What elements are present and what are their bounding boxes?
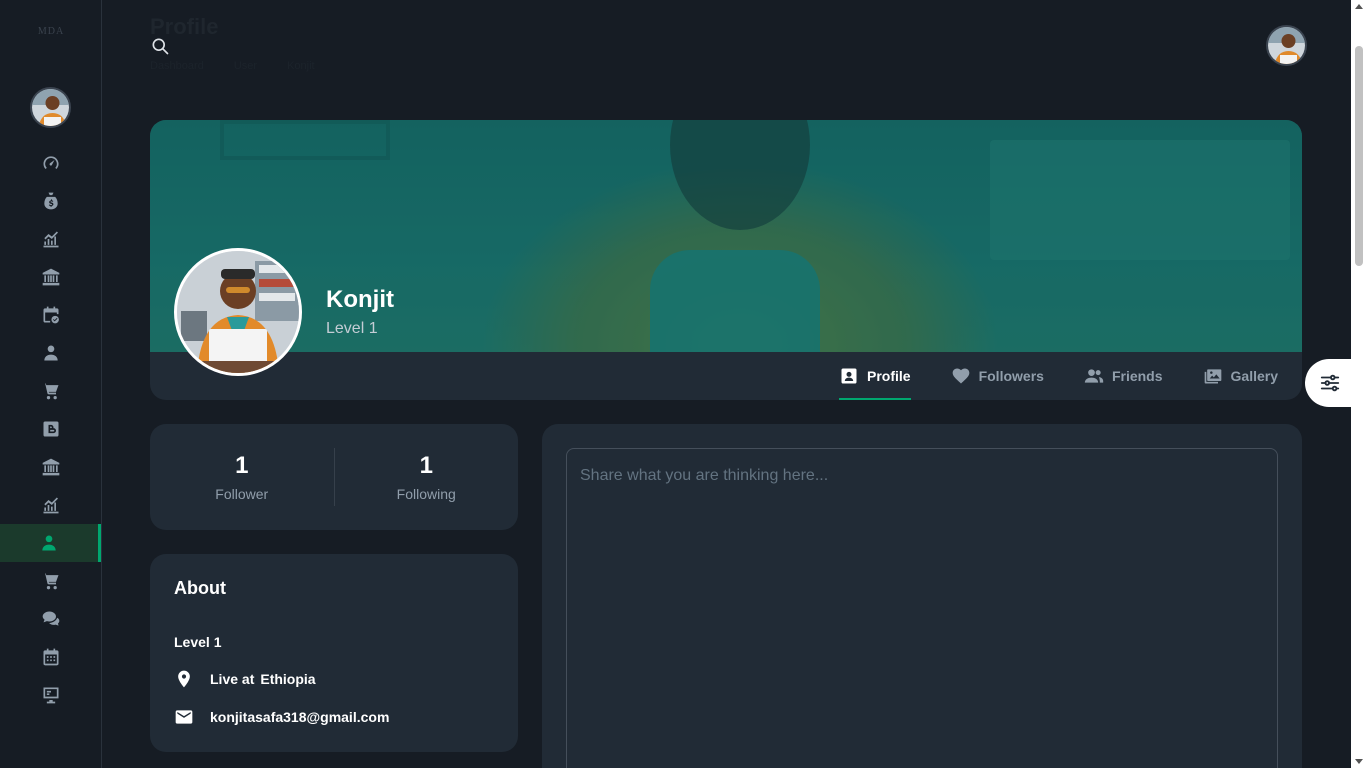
cart-icon bbox=[42, 383, 58, 400]
scroll-down-arrow[interactable] bbox=[1355, 759, 1363, 764]
users-icon bbox=[1084, 369, 1104, 383]
nav-user[interactable] bbox=[0, 334, 101, 372]
about-level: Level 1 bbox=[174, 634, 222, 650]
breadcrumb: Dashboard User Konjit bbox=[150, 60, 315, 72]
follower-label: Follower bbox=[215, 486, 269, 502]
nav-product[interactable] bbox=[0, 372, 101, 410]
user-icon bbox=[42, 535, 56, 551]
calendar-icon bbox=[43, 648, 58, 666]
following-count: 1 bbox=[419, 452, 433, 479]
nav-ecommerce[interactable] bbox=[0, 182, 101, 220]
logo[interactable]: MDA bbox=[33, 26, 69, 40]
chat-icon bbox=[42, 611, 59, 626]
about-email: konjitasafa318@gmail.com bbox=[174, 707, 389, 727]
follower-count: 1 bbox=[235, 452, 249, 479]
money-bag-icon bbox=[43, 192, 58, 210]
scroll-up-arrow[interactable] bbox=[1355, 4, 1363, 9]
heart-icon bbox=[952, 368, 969, 384]
tab-label: Followers bbox=[978, 368, 1044, 384]
user-icon bbox=[43, 345, 58, 361]
about-card: About Level 1 Live at Ethiopia konjitasaf… bbox=[150, 554, 518, 752]
cart-icon bbox=[42, 573, 58, 590]
email-value[interactable]: konjitasafa318@gmail.com bbox=[210, 709, 389, 725]
follower-stat[interactable]: 1 Follower bbox=[150, 424, 334, 530]
mail-icon bbox=[175, 710, 193, 724]
tab-followers[interactable]: Followers bbox=[951, 352, 1044, 400]
gallery-icon bbox=[1204, 369, 1221, 384]
live-at-label: Live at bbox=[210, 671, 255, 687]
tab-profile[interactable]: Profile bbox=[839, 352, 911, 400]
breadcrumb-item[interactable]: User bbox=[234, 60, 257, 72]
dashboard-icon bbox=[43, 156, 58, 169]
profile-avatar[interactable] bbox=[174, 248, 302, 376]
calendar-check-icon bbox=[43, 306, 59, 324]
blog-icon bbox=[43, 421, 58, 437]
breadcrumb-item: Konjit bbox=[287, 60, 315, 72]
nav-calendar[interactable] bbox=[0, 638, 101, 676]
nav-chat[interactable] bbox=[0, 600, 101, 638]
profile-cover-card: Konjit Level 1 Profile Followers Friends… bbox=[150, 120, 1302, 400]
tab-label: Gallery bbox=[1230, 368, 1278, 384]
tab-gallery[interactable]: Gallery bbox=[1203, 352, 1278, 400]
sidebar: MDA bbox=[0, 0, 102, 768]
breadcrumb-item[interactable]: Dashboard bbox=[150, 60, 204, 72]
cover-image bbox=[150, 120, 1302, 352]
location-pin-icon bbox=[178, 670, 190, 688]
analytics-icon bbox=[43, 497, 58, 514]
kanban-icon bbox=[43, 687, 58, 704]
nav-user-active[interactable] bbox=[0, 524, 101, 562]
page-scrollbar[interactable] bbox=[1351, 0, 1366, 768]
following-stat[interactable]: 1 Following bbox=[335, 424, 519, 530]
about-location: Live at Ethiopia bbox=[174, 669, 316, 689]
account-avatar[interactable] bbox=[1266, 25, 1307, 66]
about-title: About bbox=[174, 578, 226, 598]
sliders-icon bbox=[1320, 374, 1340, 392]
post-input[interactable] bbox=[566, 448, 1278, 768]
nav-analytics-2[interactable] bbox=[0, 486, 101, 524]
sidebar-avatar[interactable] bbox=[30, 87, 71, 128]
follow-stats-card: 1 Follower 1 Following bbox=[150, 424, 518, 530]
nav-order[interactable] bbox=[0, 562, 101, 600]
search-icon bbox=[152, 38, 169, 55]
profile-card-icon bbox=[841, 368, 857, 384]
nav-banking-2[interactable] bbox=[0, 448, 101, 486]
bank-icon bbox=[42, 458, 59, 476]
search-button[interactable] bbox=[150, 36, 170, 56]
post-card bbox=[542, 424, 1302, 768]
tab-friends[interactable]: Friends bbox=[1084, 352, 1163, 400]
profile-level: Level 1 bbox=[326, 320, 378, 337]
tab-label: Profile bbox=[867, 368, 911, 384]
nav-blog[interactable] bbox=[0, 410, 101, 448]
nav-analytics[interactable] bbox=[0, 220, 101, 258]
nav-dashboard[interactable] bbox=[0, 144, 101, 182]
nav-booking[interactable] bbox=[0, 296, 101, 334]
following-label: Following bbox=[396, 486, 456, 502]
profile-name: Konjit bbox=[326, 286, 394, 313]
analytics-icon bbox=[43, 231, 58, 248]
tab-label: Friends bbox=[1111, 368, 1163, 384]
location-value: Ethiopia bbox=[260, 671, 316, 687]
scroll-thumb[interactable] bbox=[1355, 46, 1363, 266]
nav-kanban[interactable] bbox=[0, 676, 101, 714]
nav-banking[interactable] bbox=[0, 258, 101, 296]
bank-icon bbox=[42, 268, 59, 286]
profile-tabs: Profile Followers Friends Gallery bbox=[839, 352, 1278, 400]
